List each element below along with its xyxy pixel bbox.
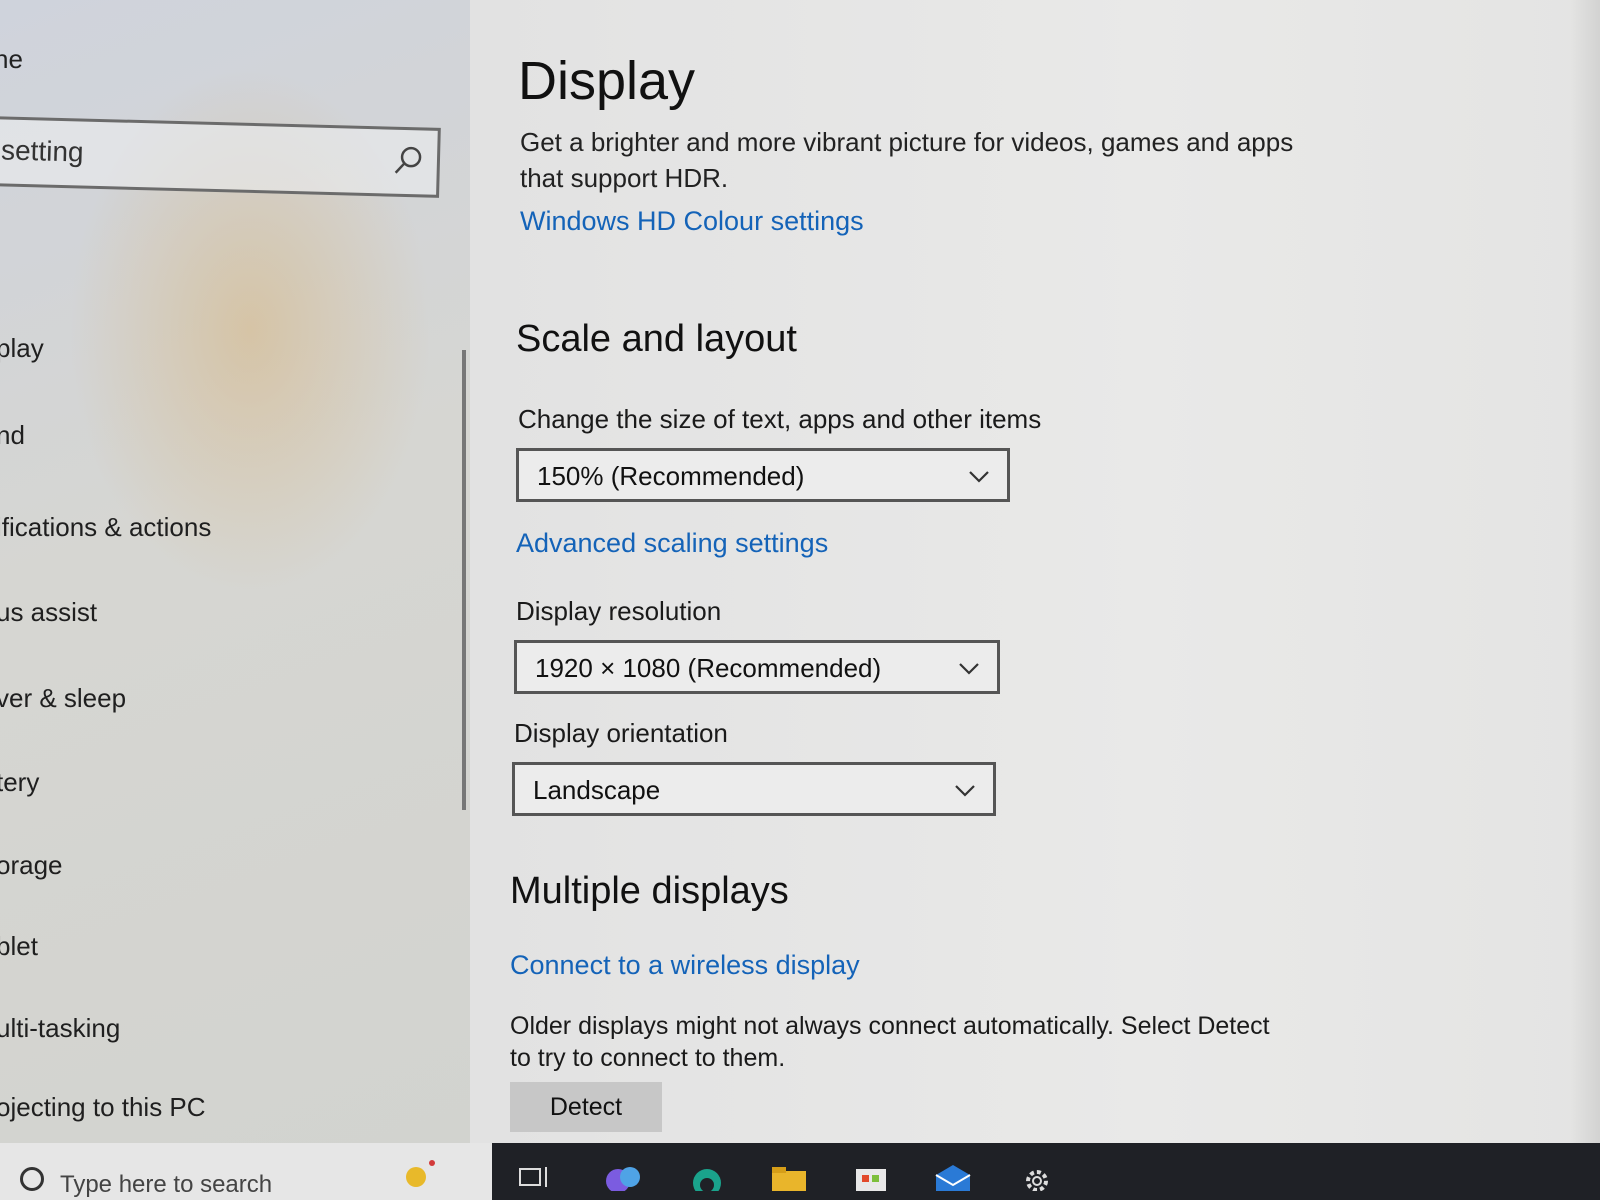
- sidebar-item-multitasking[interactable]: ulti-tasking: [0, 1013, 120, 1044]
- taskbar-search-text: Type here to search: [60, 1171, 273, 1198]
- screen-edge-shadow: [1570, 0, 1600, 1168]
- mail-icon[interactable]: [934, 1161, 972, 1191]
- sidebar-scrollbar[interactable]: [462, 350, 466, 810]
- sidebar-item-tablet[interactable]: blet: [0, 931, 38, 962]
- settings-gear-icon[interactable]: [1018, 1161, 1056, 1191]
- multiple-displays-heading: Multiple displays: [510, 870, 789, 912]
- chevron-down-icon: [969, 471, 989, 483]
- taskbar-search-icon: [20, 1167, 44, 1191]
- settings-sidebar: ne play nd ifications & actions us assis…: [0, 0, 470, 1168]
- orientation-dropdown[interactable]: Landscape: [512, 762, 996, 816]
- display-settings-page: Display Get a brighter and more vibrant …: [470, 0, 1600, 1168]
- orientation-dropdown-value: Landscape: [533, 775, 661, 805]
- sidebar-item-sound[interactable]: nd: [0, 420, 25, 451]
- chevron-down-icon: [955, 785, 975, 797]
- resolution-label: Display resolution: [516, 596, 722, 626]
- teams-icon[interactable]: [604, 1161, 642, 1191]
- settings-search-box[interactable]: [0, 116, 441, 198]
- detect-button[interactable]: Detect: [510, 1082, 662, 1132]
- scale-dropdown-value: 150% (Recommended): [537, 461, 805, 491]
- weather-icon[interactable]: [400, 1157, 438, 1187]
- sidebar-home-label[interactable]: ne: [0, 44, 23, 75]
- text-size-label: Change the size of text, apps and other …: [518, 404, 1042, 434]
- settings-search-input[interactable]: [0, 129, 374, 182]
- file-explorer-icon[interactable]: [770, 1161, 808, 1191]
- connect-wireless-link[interactable]: Connect to a wireless display: [510, 950, 860, 981]
- sidebar-item-battery[interactable]: tery: [0, 767, 39, 798]
- hdr-description: Get a brighter and more vibrant picture …: [520, 127, 1294, 193]
- sidebar-item-power-sleep[interactable]: ver & sleep: [0, 683, 126, 714]
- edge-browser-icon[interactable]: [688, 1161, 726, 1191]
- microsoft-store-icon[interactable]: [852, 1161, 890, 1191]
- sidebar-item-display[interactable]: play: [0, 333, 44, 364]
- sidebar-item-storage[interactable]: orage: [0, 850, 63, 881]
- resolution-dropdown[interactable]: 1920 × 1080 (Recommended): [514, 640, 1000, 694]
- task-view-icon[interactable]: [516, 1161, 554, 1191]
- orientation-label: Display orientation: [514, 718, 728, 748]
- taskbar: Type here to search: [0, 1143, 1600, 1200]
- chevron-down-icon: [959, 663, 979, 675]
- sidebar-item-projecting[interactable]: ojecting to this PC: [0, 1092, 206, 1123]
- sidebar-item-focus-assist[interactable]: us assist: [0, 597, 97, 628]
- sidebar-item-notifications[interactable]: ifications & actions: [0, 512, 211, 543]
- advanced-scaling-link[interactable]: Advanced scaling settings: [516, 528, 828, 559]
- search-icon[interactable]: [391, 144, 426, 179]
- older-displays-text: Older displays might not always connect …: [510, 1012, 1270, 1072]
- scale-layout-heading: Scale and layout: [516, 318, 797, 360]
- page-title: Display: [518, 51, 696, 111]
- resolution-dropdown-value: 1920 × 1080 (Recommended): [535, 653, 882, 683]
- scale-dropdown[interactable]: 150% (Recommended): [516, 448, 1010, 502]
- windows-hd-colour-link[interactable]: Windows HD Colour settings: [520, 206, 864, 237]
- taskbar-apps-area: [492, 1143, 1600, 1200]
